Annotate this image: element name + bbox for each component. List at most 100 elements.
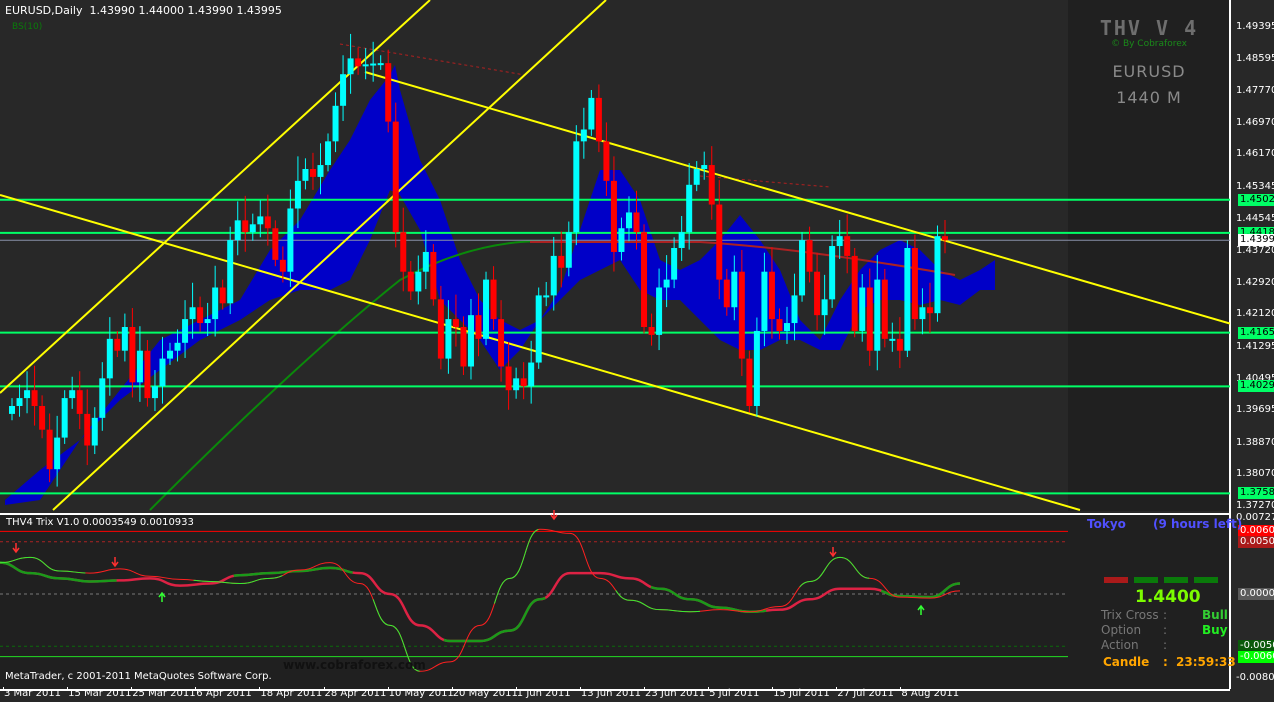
price-axis-label: 1.46970 [1236, 116, 1274, 128]
candle-body [859, 287, 866, 331]
candle-body [716, 204, 723, 280]
candle-body [693, 169, 700, 185]
candle-body [505, 366, 512, 391]
candle-body [475, 315, 482, 339]
candle-timer: 23:59:33 [1176, 655, 1236, 669]
candle-body [753, 330, 760, 407]
candle-body [167, 350, 174, 359]
candle-body [678, 232, 685, 249]
candle-body [452, 319, 459, 328]
info-row-value: Bull [1202, 608, 1228, 622]
sell-arrow-icon [829, 547, 837, 558]
candle-body [595, 97, 602, 142]
candle-body [136, 350, 143, 383]
candle-body [565, 232, 572, 268]
info-row-label: Option [1101, 623, 1142, 637]
signal-bar [1194, 577, 1218, 583]
candle-body [302, 169, 309, 181]
info-row-sep: : [1163, 608, 1168, 622]
level-price-tag: 1.40296 [1238, 380, 1274, 393]
price-axis-label: 1.37270 [1236, 499, 1274, 511]
candle-body [776, 319, 783, 331]
candle-body [182, 319, 189, 343]
candle-body [483, 279, 490, 339]
time-axis-label: 3 Mar 2011 [4, 688, 62, 699]
time-axis-label: 18 Apr 2011 [260, 688, 323, 699]
candle-body [151, 386, 158, 399]
candle-body [889, 338, 896, 341]
candle-sep: : [1163, 655, 1168, 669]
level-price-tag: 1.45023 [1238, 193, 1274, 206]
candle-body [783, 323, 790, 331]
candle-body [407, 271, 414, 292]
info-row-label: Action [1101, 638, 1139, 652]
price-axis-label: 1.39695 [1236, 404, 1274, 416]
candle-body [400, 232, 407, 272]
candle-body [272, 228, 279, 260]
candle-body [648, 327, 655, 335]
candle-body [791, 295, 798, 324]
level-price-tag: 1.43995 [1238, 234, 1274, 247]
candle-body [588, 97, 595, 130]
time-axis-label: 23 Jun 2011 [645, 688, 706, 699]
price-axis-label: 1.42920 [1236, 276, 1274, 288]
signal-bar [1104, 577, 1128, 583]
candle-body [535, 295, 542, 363]
trix-slow-line [0, 561, 961, 643]
candle-body [686, 184, 693, 233]
candle-body [671, 248, 678, 280]
symbol-label: EURUSD,Daily [5, 4, 83, 17]
candle-body [738, 271, 745, 359]
candle-body [610, 180, 617, 252]
candle-body [633, 212, 640, 233]
ohlc-values: 1.43990 1.44000 1.43990 1.43995 [89, 4, 282, 17]
time-axis-label: 28 Apr 2011 [324, 688, 387, 699]
candle-body [370, 63, 377, 66]
candle-body [91, 417, 98, 446]
candle-label: Candle [1103, 655, 1150, 669]
candle-body [197, 307, 204, 324]
copyright-text: MetaTrader, c 2001-2011 MetaQuotes Softw… [5, 671, 272, 682]
time-axis-label: 8 Aug 2011 [901, 688, 960, 699]
candle-body [437, 299, 444, 359]
candle-body [340, 74, 347, 106]
candle-body [460, 327, 467, 367]
candle-body [106, 338, 113, 379]
candle-body [641, 232, 648, 328]
candle-body [121, 327, 128, 351]
candle-body [392, 121, 399, 233]
price-axis-label: 1.38070 [1236, 468, 1274, 480]
candle-body [84, 413, 91, 446]
candle-body [24, 390, 31, 399]
candle-body [904, 248, 911, 351]
price-axis-label: 1.44545 [1236, 212, 1274, 224]
candle-body [896, 338, 903, 351]
logo-timeframe: 1440 M [1116, 88, 1182, 107]
candle-body [844, 236, 851, 256]
price-axis-label: 1.47770 [1236, 85, 1274, 97]
candle-body [61, 398, 68, 438]
session-time-left: (9 hours left) [1153, 517, 1243, 531]
time-axis-label: 27 Jul 2011 [837, 688, 894, 699]
candle-body [287, 208, 294, 272]
trix-fast-line [0, 528, 961, 672]
candle-body [874, 279, 881, 351]
buy-arrow-icon [917, 604, 925, 615]
candle-body [814, 271, 821, 316]
candle-body [467, 315, 474, 367]
candle-body [309, 169, 316, 177]
indicator-tag: BS(10) [12, 22, 43, 32]
candle-body [836, 236, 843, 247]
candle-body [656, 287, 663, 335]
logo-byline: © By Cobraforex [1111, 39, 1187, 49]
candle-body [264, 216, 271, 229]
logo-symbol: EURUSD [1112, 62, 1186, 81]
sell-arrow-icon [550, 510, 558, 521]
candle-body [242, 220, 249, 233]
dashed-trend-line [339, 43, 526, 76]
info-row-sep: : [1163, 623, 1168, 637]
time-axis-label: 13 Jun 2011 [580, 688, 642, 699]
candle-body [942, 236, 948, 241]
trix-axis-label: 0.005000 [1238, 535, 1274, 548]
candle-body [625, 212, 632, 229]
